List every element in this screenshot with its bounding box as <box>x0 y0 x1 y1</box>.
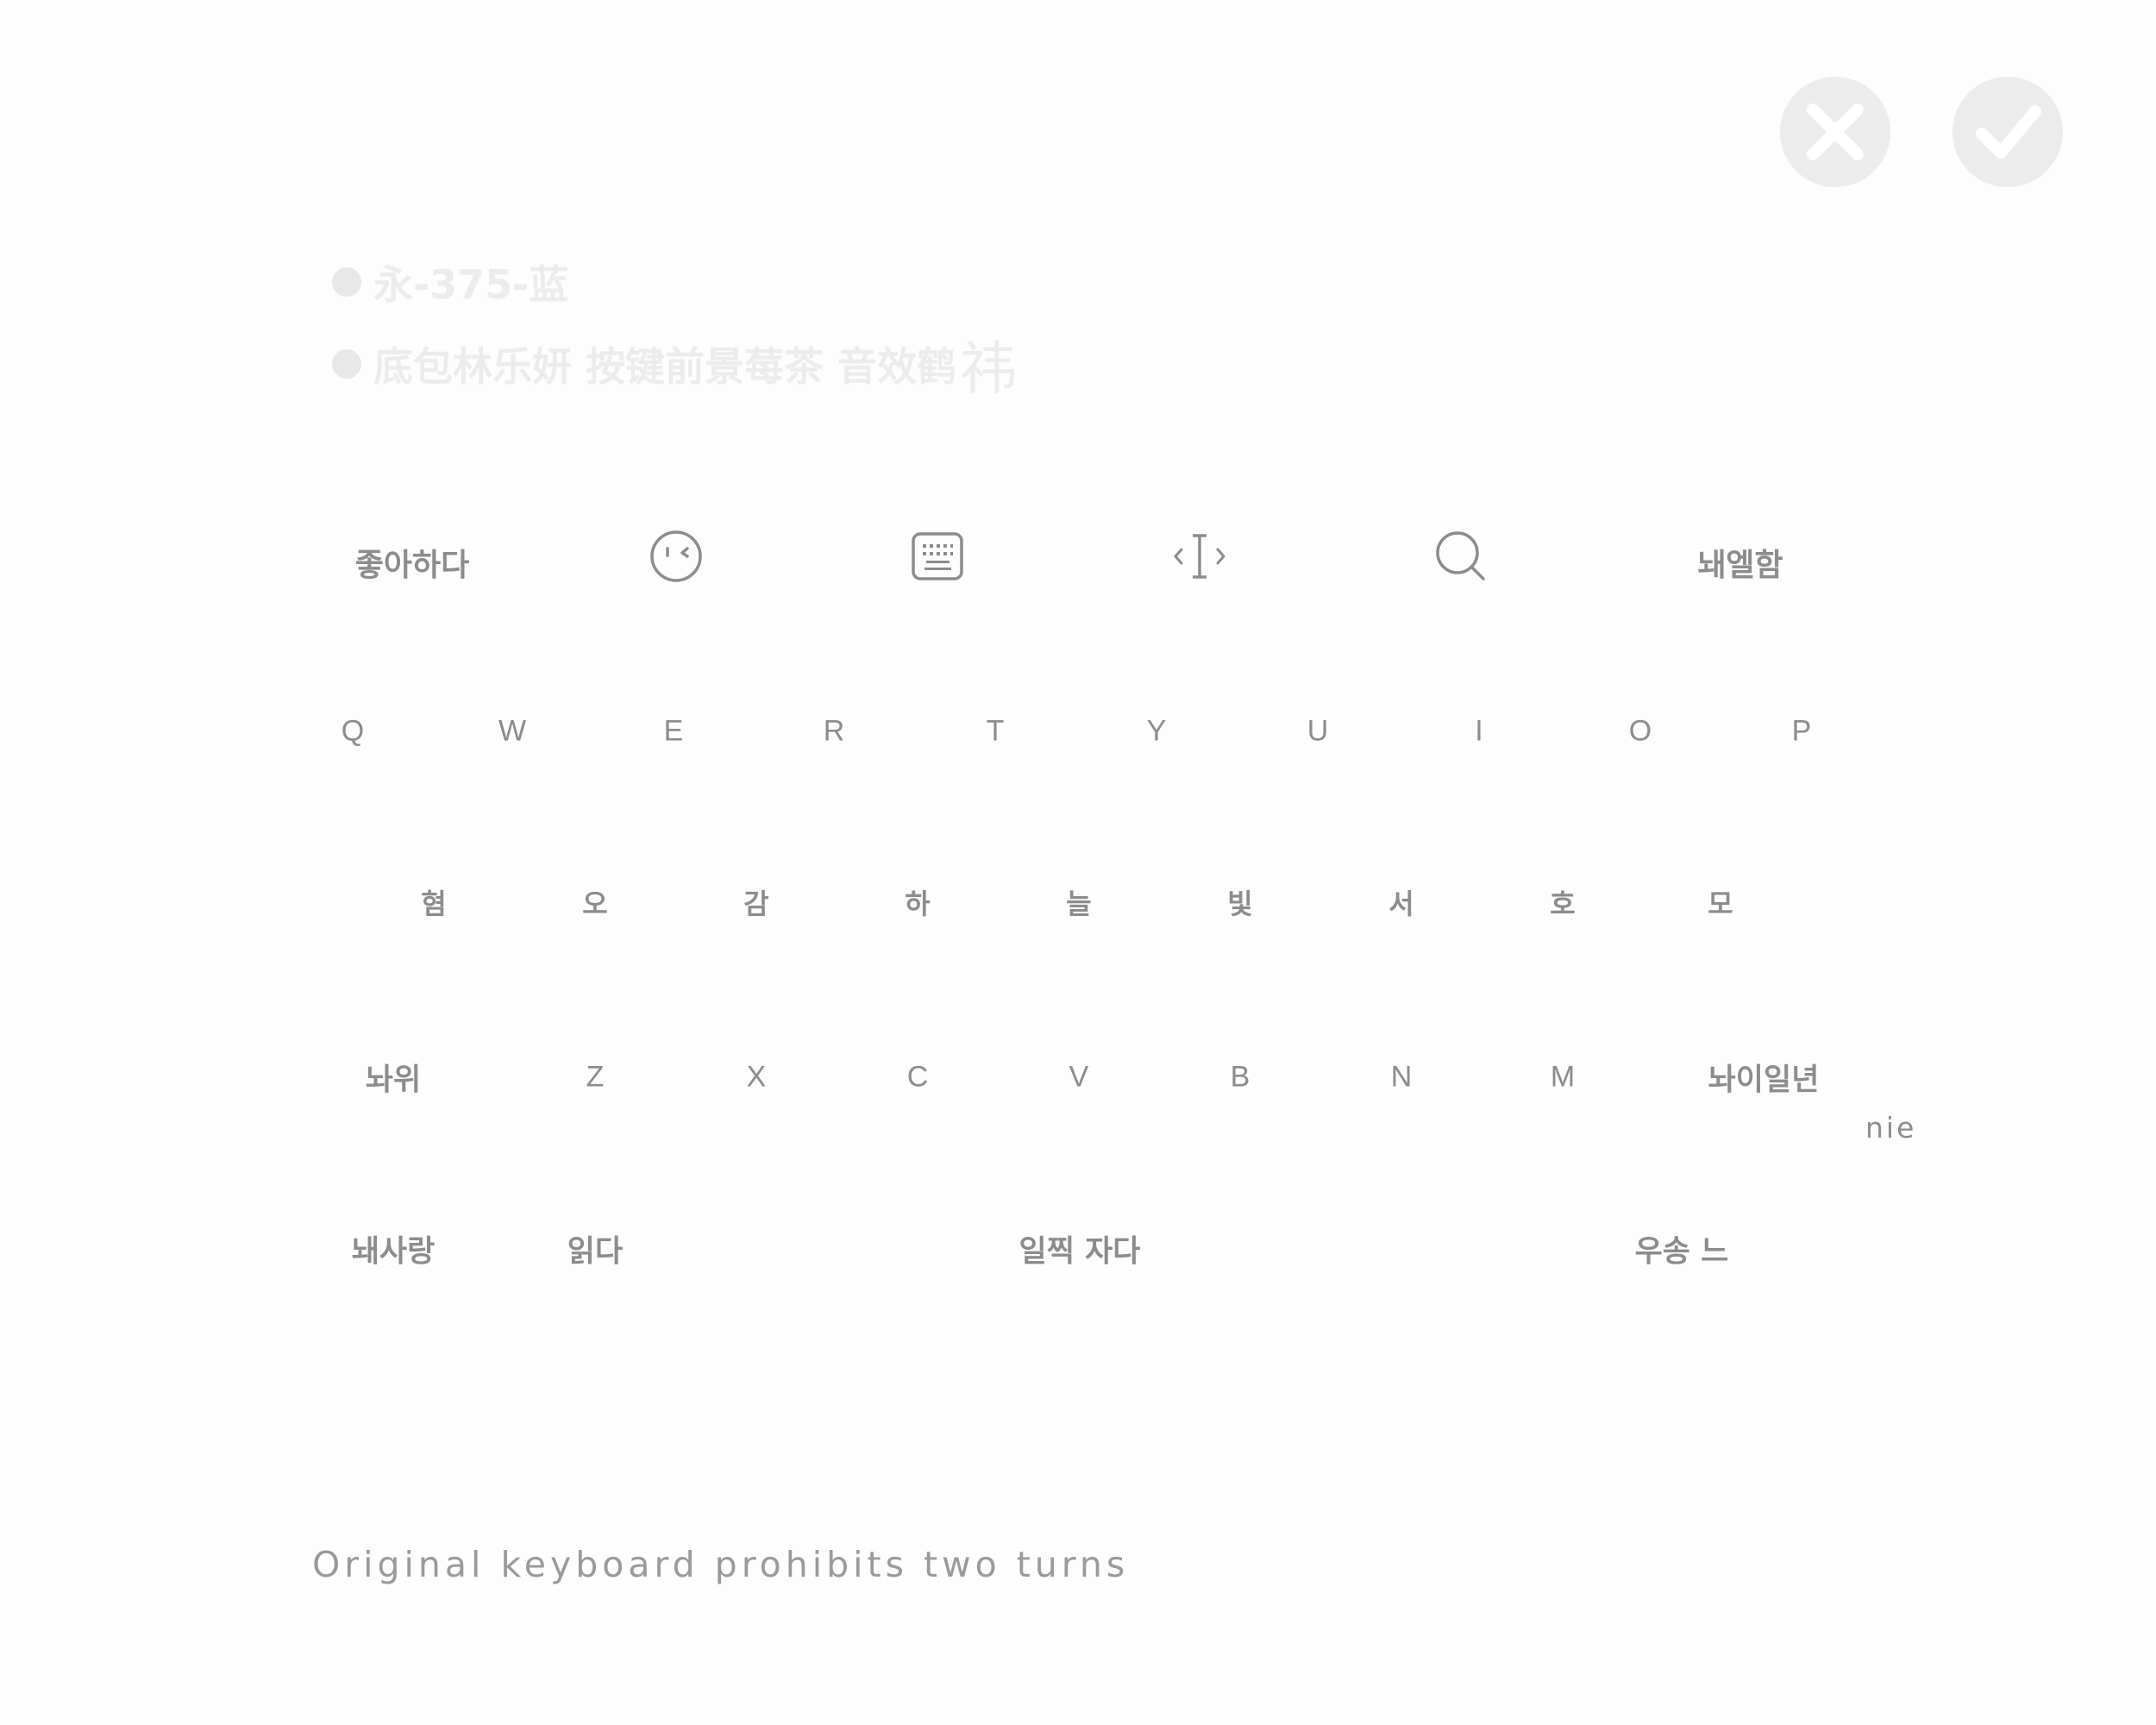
key-i[interactable]: I <box>1475 715 1482 749</box>
credits-line: 底包林乐妍 按键前景莓茶 音效鹤 祎 <box>332 323 1017 405</box>
key-row2-7[interactable]: 서 <box>1388 882 1413 922</box>
cursor-move-button[interactable] <box>1171 531 1228 581</box>
key-x[interactable]: X <box>747 1061 767 1095</box>
key-row2-2[interactable]: 오 <box>582 882 607 922</box>
credits-text-tail: 祎 <box>960 336 1018 402</box>
search-button[interactable] <box>1434 530 1488 583</box>
key-t[interactable]: T <box>987 715 1005 749</box>
bullet-dot <box>332 349 361 379</box>
key-row2-4[interactable]: 하 <box>905 882 930 922</box>
key-y[interactable]: Y <box>1147 715 1167 749</box>
key-r[interactable]: R <box>824 715 845 749</box>
key-hint-label: nie <box>1865 1111 1917 1145</box>
key-row2-3[interactable]: 감 <box>743 882 768 922</box>
credits-text: 底包林乐妍 按键前景莓茶 音效鹤 <box>373 343 957 390</box>
toolbar-right-key[interactable]: 놰엘함 <box>1697 540 1783 585</box>
confirm-button[interactable] <box>1952 77 2063 187</box>
key-n[interactable]: N <box>1391 1061 1413 1095</box>
key-row2-5[interactable]: 늘 <box>1066 882 1091 922</box>
key-z[interactable]: Z <box>586 1061 605 1095</box>
close-button[interactable] <box>1780 77 1890 187</box>
key-u[interactable]: U <box>1307 715 1329 749</box>
key-v[interactable]: V <box>1069 1061 1089 1095</box>
cursor-move-icon <box>1174 534 1225 579</box>
search-icon <box>1436 531 1485 580</box>
theme-id-line: 永-375-蓝 <box>332 254 568 310</box>
space-key[interactable]: 일찍 자다 <box>1019 1227 1141 1271</box>
switch-key[interactable]: 읽다 <box>567 1227 623 1271</box>
key-row2-6[interactable]: 빛 <box>1227 882 1252 922</box>
emoji-face-icon <box>650 530 702 582</box>
key-row2-9[interactable]: 모 <box>1708 882 1733 922</box>
delete-key[interactable]: 놔이일년 <box>1708 1056 1820 1100</box>
key-p[interactable]: P <box>1792 715 1812 749</box>
shift-key[interactable]: 놔위 <box>366 1056 421 1100</box>
keyboard-layout-button[interactable] <box>911 531 964 581</box>
bullet-dot <box>332 267 361 297</box>
close-x-icon <box>1807 104 1864 160</box>
key-m[interactable]: M <box>1551 1061 1575 1095</box>
key-w[interactable]: W <box>498 715 526 749</box>
toolbar-left-key[interactable]: 좋아하다 <box>355 540 469 585</box>
theme-id-text: 永-375-蓝 <box>373 261 569 308</box>
footer-note: Original keyboard prohibits two turns <box>312 1544 1130 1585</box>
key-row2-1[interactable]: 혐 <box>421 882 446 922</box>
symbol-key[interactable]: 놰사랑 <box>352 1227 436 1271</box>
key-row2-8[interactable]: 호 <box>1550 882 1575 922</box>
key-o[interactable]: O <box>1629 715 1651 749</box>
key-b[interactable]: B <box>1231 1061 1250 1095</box>
emoji-button[interactable] <box>649 530 703 583</box>
keyboard-icon <box>912 532 963 580</box>
key-c[interactable]: C <box>907 1061 929 1095</box>
enter-key[interactable]: 우송 느 <box>1635 1227 1729 1271</box>
key-e[interactable]: E <box>664 715 684 749</box>
checkmark-icon <box>1976 105 2041 159</box>
key-q[interactable]: Q <box>342 715 364 749</box>
